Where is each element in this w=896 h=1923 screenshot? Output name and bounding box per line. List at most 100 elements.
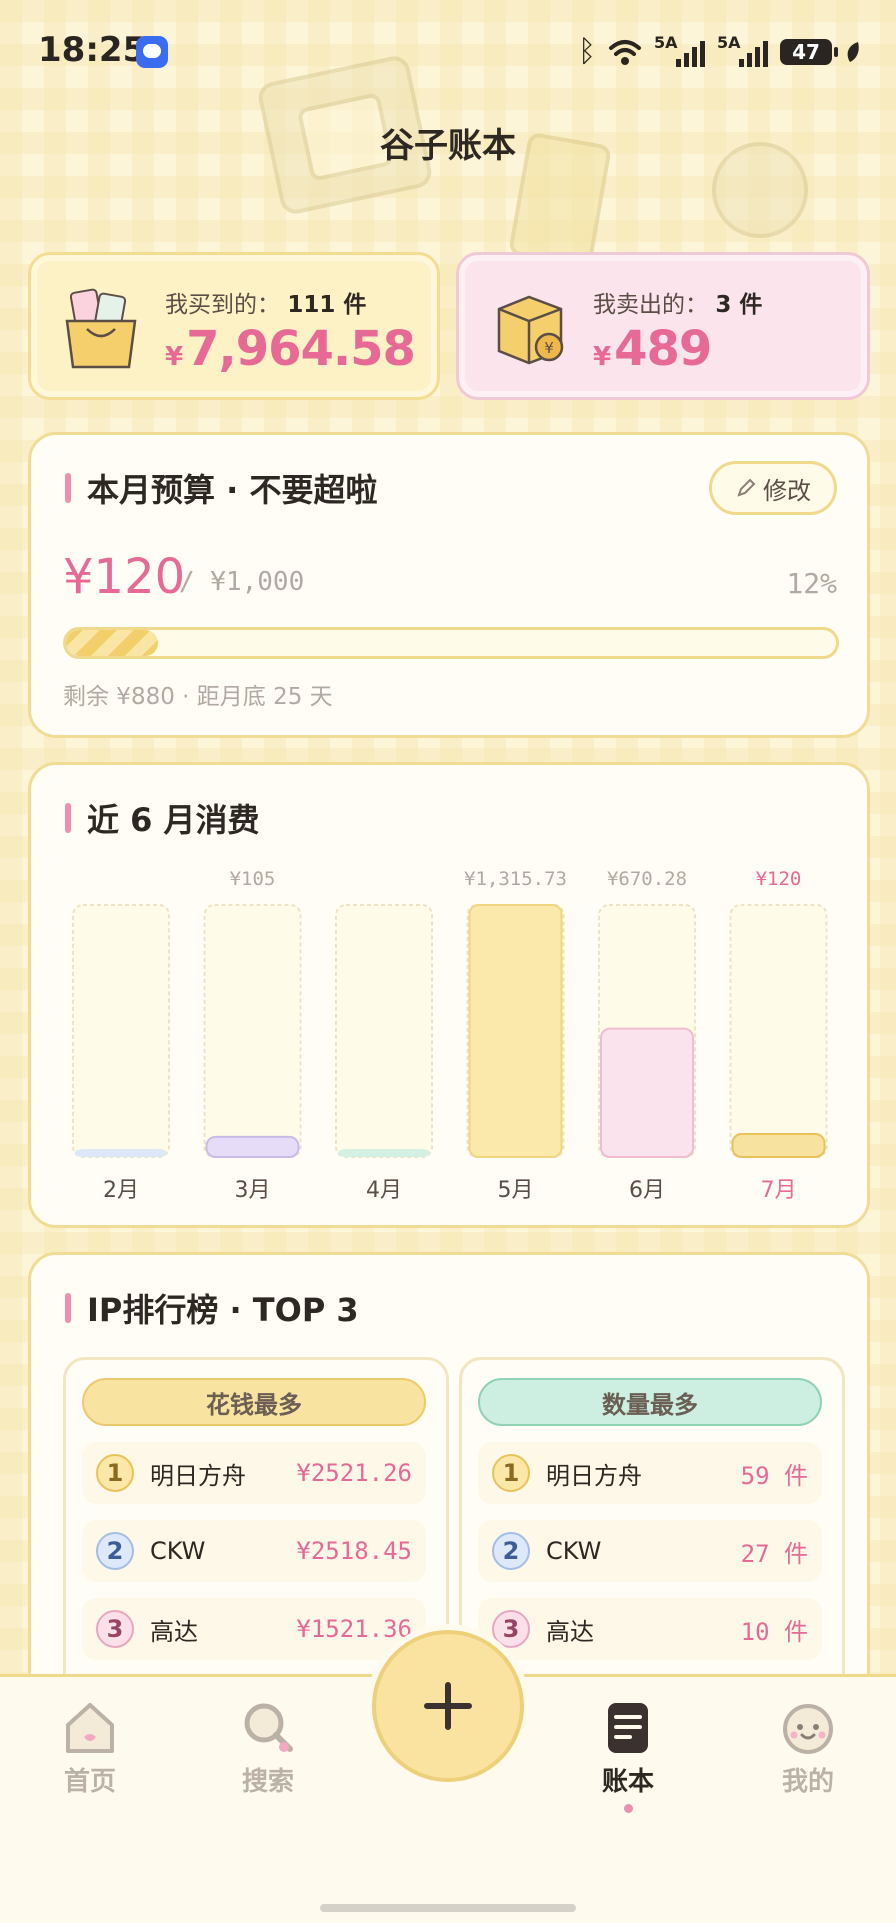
sold-amount-value: 489 (614, 321, 712, 377)
chart-bar (338, 1149, 430, 1157)
sold-summary-card[interactable]: ¥ 我卖出的： 3 件 ¥489 (456, 252, 870, 400)
ip-value: 27 件 (740, 1539, 808, 1568)
status-bar: 18:25 ᛒ 5A 5A 47 (0, 0, 896, 104)
nav-ledger-label: 账本 (601, 1767, 654, 1797)
nav-search-label: 搜索 (241, 1767, 294, 1797)
ranking-row[interactable]: 3 高达 10 件 (478, 1598, 822, 1660)
signal-icon: 5A (717, 33, 768, 67)
budget-title: 本月预算 · 不要超啦 (65, 465, 377, 511)
rank-number: 3 (492, 1610, 530, 1648)
signal-label: 5A (717, 32, 741, 52)
nav-home[interactable]: 首页 (30, 1697, 150, 1798)
ranking-title: IP排行榜 · TOP 3 (65, 1285, 359, 1331)
bought-count-line: 我买到的： 111 件 (165, 285, 366, 319)
ranking-row[interactable]: 2 CKW 27 件 (478, 1520, 822, 1582)
ip-value: 10 件 (740, 1617, 808, 1646)
ranking-row[interactable]: 1 明日方舟 ¥2521.26 (82, 1442, 426, 1504)
month-label: 6月 (629, 1178, 665, 1203)
chart-bar (468, 904, 563, 1158)
ranking-row[interactable]: 2 CKW ¥2518.45 (82, 1520, 426, 1582)
home-icon (66, 1703, 114, 1753)
chart-bar (600, 1027, 694, 1158)
ranking-by-count: 数量最多 1 明日方舟 59 件 2 CKW 27 件 3 高达 10 件 (459, 1357, 845, 1697)
ip-value: 59 件 (740, 1461, 808, 1490)
ip-name: 明日方舟 (150, 1461, 246, 1490)
budget-total: / ¥1,000 (179, 567, 305, 597)
ip-value: ¥2518.45 (296, 1537, 412, 1565)
battery-icon: 47 (780, 38, 838, 65)
home-indicator[interactable] (320, 1904, 576, 1912)
nav-mine[interactable]: 我的 (748, 1697, 868, 1798)
sold-count: 3 件 (715, 292, 763, 318)
chart-bar (731, 1133, 826, 1159)
sold-amount: ¥489 (593, 321, 712, 377)
bar-value-label: ¥670.28 (607, 868, 687, 890)
signal-label: 5A (654, 32, 678, 52)
rank-number: 1 (492, 1454, 530, 1492)
rank-number: 3 (96, 1610, 134, 1648)
sold-currency: ¥ (593, 342, 611, 372)
leaf-icon (847, 41, 859, 62)
ip-name: 高达 (546, 1617, 594, 1646)
month-label: 2月 (103, 1178, 139, 1203)
svg-text:¥: ¥ (544, 339, 554, 357)
bought-amount-value: 7,964.58 (186, 321, 416, 377)
ranking-row[interactable]: 3 高达 ¥1521.36 (82, 1598, 426, 1660)
message-app-icon (136, 36, 168, 68)
chart-bar (205, 1135, 300, 1159)
bought-currency: ¥ (165, 342, 183, 372)
profile-face-icon (783, 1704, 833, 1754)
bought-count: 111 件 (287, 292, 367, 318)
budget-remaining: 剩余 ¥880 · 距月底 25 天 (63, 684, 333, 710)
pencil-icon (737, 478, 756, 497)
monthly-spending-chart: 2月 ¥105 3月 4月 ¥1,315.73 5月 ¥670.28 6月 ¥120 7月 (72, 868, 828, 1203)
ip-name: 高达 (150, 1617, 198, 1646)
bought-label: 我买到的： (165, 292, 280, 318)
bar-track (72, 904, 170, 1158)
month-label: 3月 (235, 1178, 271, 1203)
active-indicator (623, 1804, 633, 1813)
ranking-by-money: 花钱最多 1 明日方舟 ¥2521.26 2 CKW ¥2518.45 3 高达… (63, 1357, 449, 1697)
sold-count-line: 我卖出的： 3 件 (593, 285, 762, 319)
search-icon (244, 1703, 293, 1752)
page-title: 谷子账本 (380, 126, 516, 166)
ip-name: CKW (546, 1537, 602, 1565)
month-label: 7月 (761, 1178, 797, 1203)
nav-search[interactable]: 搜索 (208, 1697, 328, 1798)
bar-track (203, 904, 302, 1158)
ranking-row[interactable]: 1 明日方舟 59 件 (478, 1442, 822, 1504)
chart-bar (75, 1149, 167, 1157)
month-label: 5月 (498, 1178, 534, 1203)
rank-number: 2 (492, 1532, 530, 1570)
shopping-bag-icon (65, 288, 137, 369)
plus-icon (424, 1682, 472, 1730)
ledger-icon (608, 1703, 648, 1753)
bought-summary-card[interactable]: 我买到的： 111 件 ¥7,964.58 (28, 252, 440, 400)
add-record-button[interactable] (372, 1630, 524, 1782)
month-label: 4月 (366, 1178, 402, 1203)
monthly-spending-chart-panel: 近 6 月消费 2月 ¥105 3月 4月 ¥1,315.73 5月 ¥670.28 6月 ¥1… (28, 762, 870, 1228)
battery-level: 47 (792, 39, 820, 64)
monthly-budget-panel: 本月预算 · 不要超啦 修改 ¥120 / ¥1,000 12% 剩余 ¥880… (28, 432, 870, 738)
sold-label: 我卖出的： (593, 292, 708, 318)
ip-value: ¥2521.26 (296, 1459, 412, 1487)
bar-value-label: ¥1,315.73 (464, 868, 567, 890)
rank-number: 1 (96, 1454, 134, 1492)
package-icon: ¥ (497, 295, 564, 365)
rank-number: 2 (96, 1532, 134, 1570)
bar-track (729, 904, 828, 1158)
title-accent-bar (65, 1293, 71, 1323)
bar-value-label: ¥120 (756, 868, 802, 890)
ranking-money-header: 花钱最多 (82, 1378, 426, 1426)
ranking-title-text: IP排行榜 · TOP 3 (87, 1291, 359, 1329)
title-accent-bar (65, 473, 71, 503)
edit-budget-label: 修改 (763, 476, 811, 505)
ip-value: ¥1521.36 (296, 1615, 412, 1643)
signal-icon: 5A (654, 33, 705, 67)
bluetooth-icon: ᛒ (578, 34, 596, 69)
nav-ledger[interactable]: 账本 (568, 1697, 688, 1813)
wifi-icon (609, 39, 641, 65)
edit-budget-button[interactable]: 修改 (709, 461, 837, 515)
ip-name: CKW (150, 1537, 206, 1565)
bar-track (335, 904, 433, 1158)
